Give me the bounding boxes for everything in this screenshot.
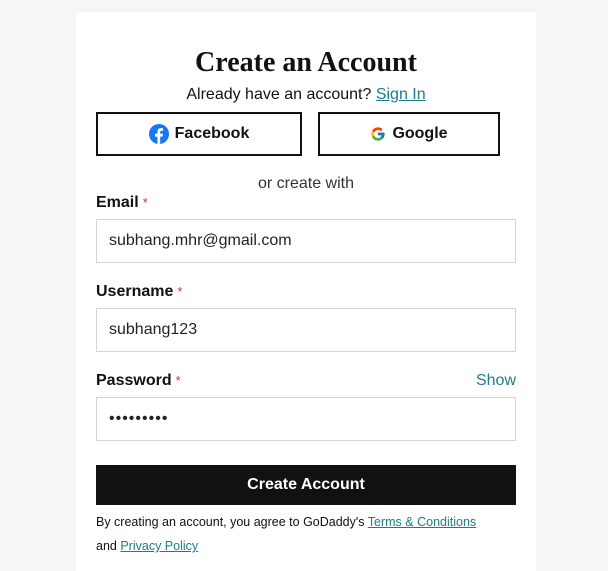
password-field[interactable] [96, 397, 516, 441]
username-field[interactable] [96, 308, 516, 352]
signin-row: Already have an account? Sign In [76, 85, 536, 105]
username-label-text: Username [96, 283, 174, 300]
username-required-mark: * [177, 284, 183, 299]
privacy-policy-link[interactable]: Privacy Policy [120, 539, 198, 553]
create-account-button[interactable]: Create Account [96, 465, 516, 505]
signin-link[interactable]: Sign In [376, 86, 426, 103]
password-required-mark: * [175, 373, 181, 388]
username-label: Username * [96, 282, 182, 302]
google-button[interactable]: Google [318, 112, 500, 156]
signin-prompt: Already have an account? [186, 86, 372, 103]
facebook-icon [148, 124, 169, 144]
facebook-button[interactable]: Facebook [96, 112, 302, 156]
google-button-label: Google [392, 125, 448, 142]
facebook-button-label: Facebook [174, 125, 250, 142]
password-label: Password * [96, 371, 181, 391]
email-required-mark: * [142, 195, 148, 210]
password-label-text: Password [96, 372, 172, 389]
show-password-toggle[interactable]: Show [476, 371, 516, 391]
signup-card: Create an Account Already have an accoun… [76, 12, 536, 571]
email-label-text: Email [96, 194, 139, 211]
terms-conditions-link[interactable]: Terms & Conditions [368, 515, 476, 529]
terms-conjunction: and [96, 539, 117, 553]
page-title: Create an Account [195, 47, 417, 78]
email-label: Email * [96, 193, 148, 213]
or-divider: or create with [257, 175, 355, 192]
terms-notice: By creating an account, you agree to GoD… [96, 510, 516, 558]
terms-prefix: By creating an account, you agree to GoD… [96, 515, 365, 529]
google-icon [370, 126, 386, 142]
email-field[interactable] [96, 219, 516, 263]
